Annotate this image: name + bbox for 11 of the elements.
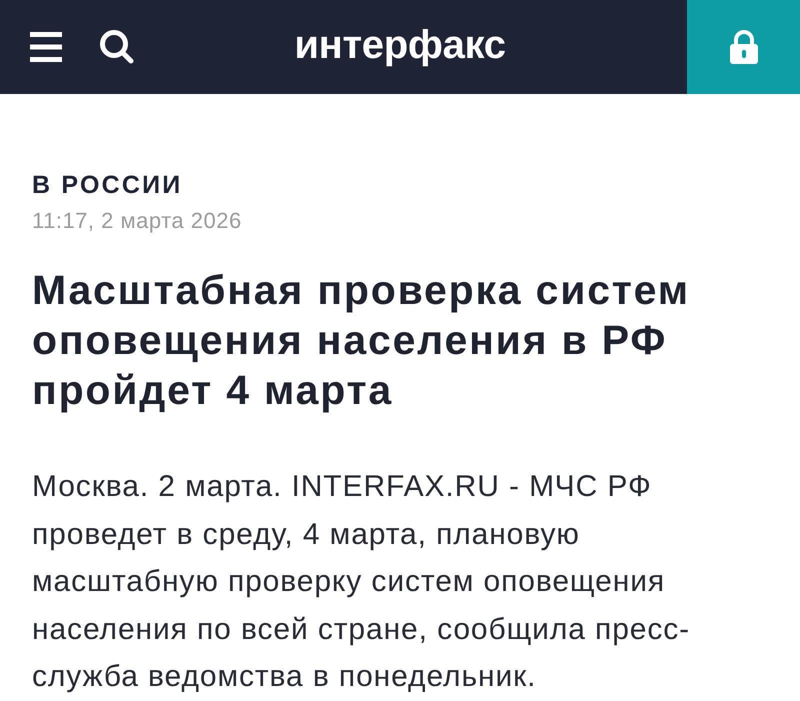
search-icon xyxy=(100,30,134,64)
article-headline: Масштабная проверка систем оповещения населения в РФ пройдет 4 марта xyxy=(32,266,691,415)
publish-date: 11:17, 2 марта 2026 xyxy=(32,207,242,235)
article-lead: Москва. 2 марта. INTERFAX.RU - МЧС РФ проведет в среду, 4 марта, плановую масштабную проверку систем оповещения населения по всей стране, сообщила пресс-служба ведомства в понедельник. xyxy=(32,469,692,696)
category-link[interactable]: В РОССИИ xyxy=(32,170,182,200)
site-logo[interactable]: интерфакс xyxy=(294,25,506,69)
menu-button[interactable] xyxy=(30,32,62,62)
menu-icon xyxy=(30,32,62,62)
search-button[interactable] xyxy=(100,30,134,64)
lock-button[interactable] xyxy=(687,0,800,94)
lock-icon xyxy=(730,30,758,64)
